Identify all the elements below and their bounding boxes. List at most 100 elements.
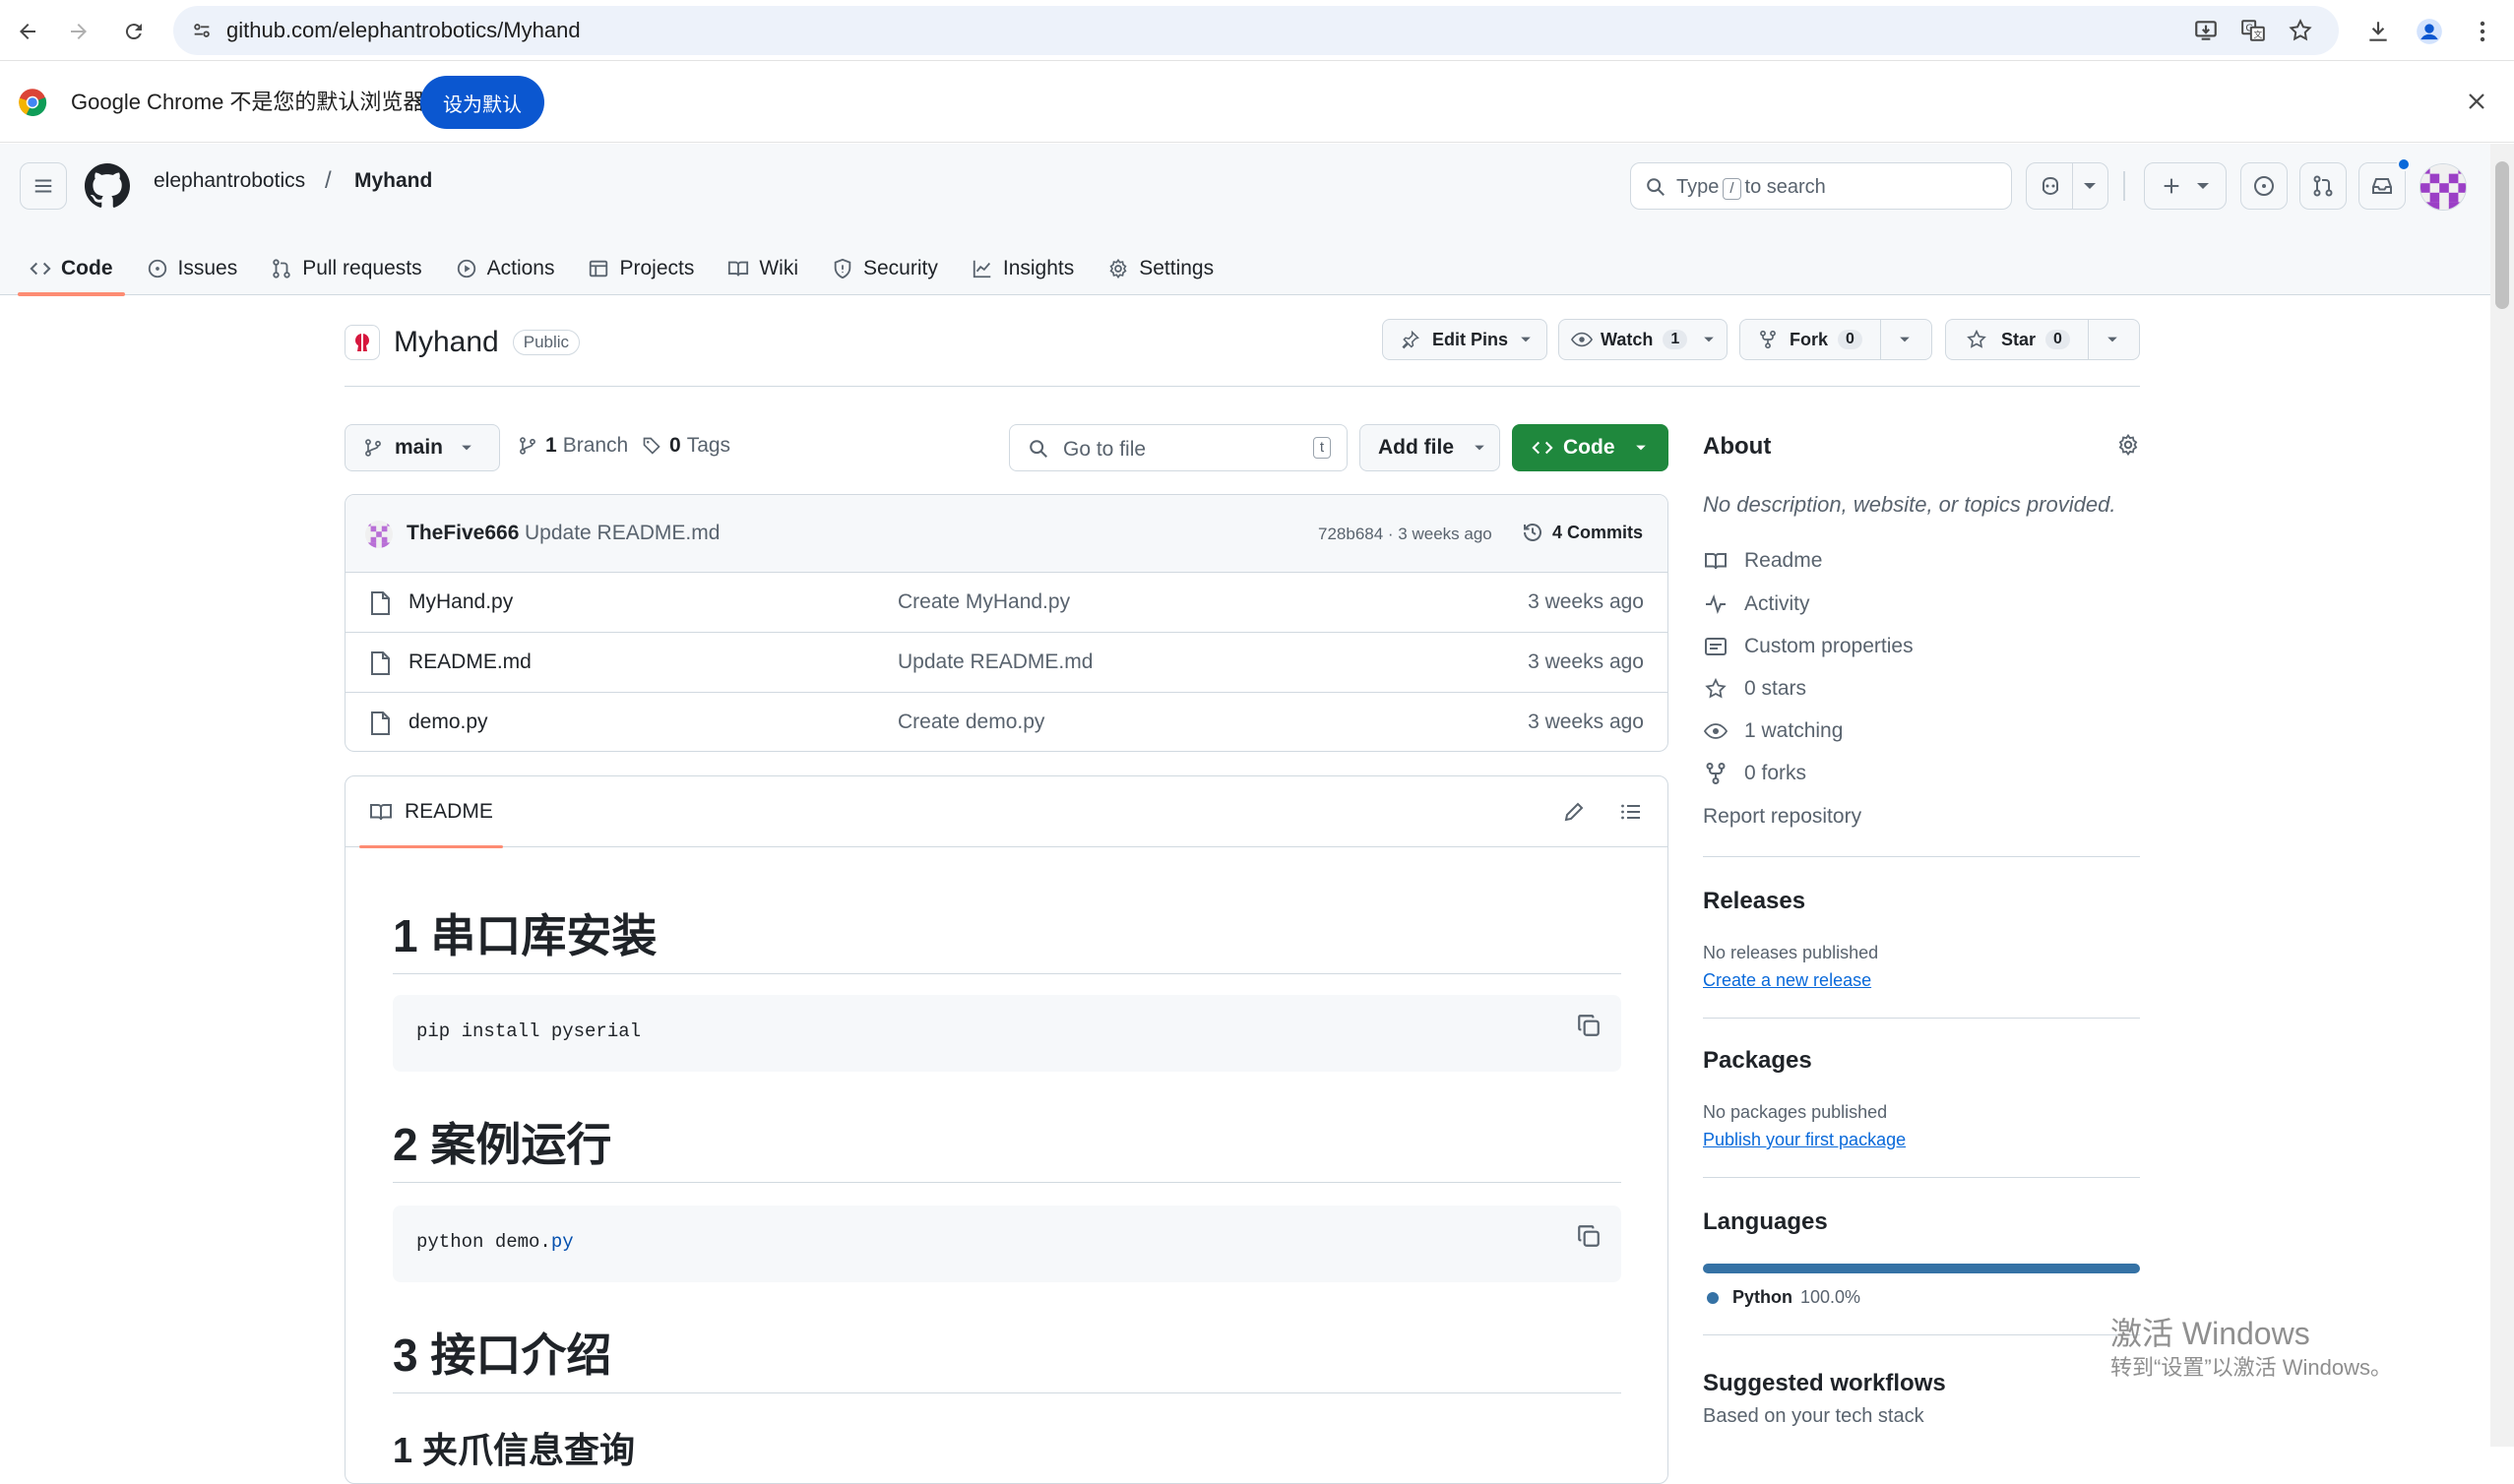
set-default-button[interactable]: 设为默认 [420, 76, 544, 129]
search-input[interactable]: Type / to search [1630, 162, 2012, 210]
branch-selector[interactable]: main [345, 424, 500, 471]
star-button[interactable]: Star 0 [1945, 319, 2140, 360]
back-button[interactable] [8, 12, 47, 51]
add-file-button[interactable]: Add file [1359, 424, 1500, 471]
no-packages-text: No packages published [1703, 1102, 1888, 1122]
publish-package-link[interactable]: Publish your first package [1703, 1130, 1906, 1150]
translate-icon[interactable]: G文 [2238, 16, 2268, 45]
fork-button[interactable]: Fork 0 [1739, 319, 1932, 360]
plus-icon [2164, 178, 2179, 194]
file-row[interactable]: MyHand.py Create MyHand.py 3 weeks ago [346, 574, 1667, 633]
page-scrollbar[interactable] [2490, 144, 2514, 1447]
reload-button[interactable] [114, 12, 154, 51]
inbox-button[interactable] [2358, 157, 2411, 210]
repo-avatar[interactable] [345, 325, 380, 360]
breadcrumb-separator: / [325, 167, 332, 194]
file-commit-message[interactable]: Update README.md [898, 650, 1093, 674]
file-commit-message[interactable]: Create demo.py [898, 711, 1044, 734]
install-app-icon[interactable] [2191, 16, 2221, 45]
edit-pins-button[interactable]: Edit Pins [1382, 319, 1547, 360]
github-logo-icon[interactable] [85, 163, 130, 209]
file-commit-message[interactable]: Create MyHand.py [898, 590, 1070, 614]
scrollbar-thumb[interactable] [2495, 161, 2509, 309]
file-name[interactable]: MyHand.py [409, 590, 513, 614]
file-name[interactable]: demo.py [409, 711, 488, 734]
outline-list-icon[interactable] [1619, 800, 1643, 824]
commits-link[interactable]: 4 Commits [1521, 521, 1643, 544]
downloads-button[interactable] [2358, 12, 2398, 51]
profile-button[interactable] [2410, 12, 2449, 51]
issues-nav-button[interactable] [2240, 162, 2288, 210]
tab-issues[interactable]: Issues [135, 242, 250, 295]
file-name[interactable]: README.md [409, 650, 532, 674]
tab-actions[interactable]: Actions [444, 242, 567, 295]
readme-link[interactable]: Readme [1703, 549, 1822, 573]
forward-button[interactable] [59, 12, 98, 51]
copy-icon[interactable] [1576, 1013, 1602, 1038]
chrome-menu-button[interactable] [2463, 12, 2502, 51]
site-info-icon[interactable] [187, 16, 217, 45]
readme-tab[interactable]: README [359, 776, 503, 848]
copilot-button[interactable] [2026, 162, 2108, 210]
language-dot [1707, 1291, 1719, 1304]
chevron-down-icon [1635, 445, 1646, 451]
stars-link[interactable]: 0 stars [1703, 677, 1806, 701]
fork-count: 0 [1838, 330, 1862, 349]
packages-title[interactable]: Packages [1703, 1047, 1812, 1075]
code-text: pip install pyserial [416, 1020, 642, 1042]
edit-readme-icon[interactable] [1562, 800, 1586, 824]
book-icon [370, 804, 392, 821]
branches-link[interactable]: 1 Branch [518, 434, 628, 458]
tab-wiki[interactable]: Wiki [716, 242, 810, 295]
gear-icon[interactable] [2116, 433, 2140, 457]
activity-link[interactable]: Activity [1703, 592, 1810, 616]
custom-properties-link[interactable]: Custom properties [1703, 635, 1914, 658]
go-to-file-shortcut: t [1312, 437, 1331, 459]
tab-security[interactable]: Security [820, 242, 950, 295]
create-new-button[interactable] [2144, 162, 2227, 210]
tab-projects[interactable]: Projects [576, 242, 706, 295]
breadcrumb-repo[interactable]: Myhand [354, 169, 432, 193]
chrome-logo-icon [18, 88, 47, 117]
hamburger-menu-button[interactable] [20, 162, 67, 210]
language-python[interactable]: Python 100.0% [1707, 1287, 1860, 1308]
sidebar-divider [1703, 856, 2140, 857]
address-bar[interactable]: github.com/elephantrobotics/Myhand G文 [173, 6, 2339, 55]
tab-insights[interactable]: Insights [960, 242, 1086, 295]
chevron-down-icon [2083, 183, 2096, 189]
repo-name[interactable]: Myhand [394, 326, 499, 359]
author-avatar[interactable] [365, 521, 393, 548]
search-icon [1645, 176, 1666, 198]
inbox-icon [2372, 178, 2392, 194]
code-button[interactable]: Code [1512, 424, 1668, 471]
avatar[interactable] [2420, 163, 2467, 211]
breadcrumb-owner[interactable]: elephantrobotics [154, 169, 305, 193]
url-text[interactable]: github.com/elephantrobotics/Myhand [226, 6, 581, 55]
forks-link[interactable]: 0 forks [1703, 762, 1806, 785]
star-icon [1967, 329, 1986, 348]
chevron-down-icon [1704, 337, 1715, 342]
commit-author[interactable]: TheFive666 [407, 522, 519, 545]
commit-hash-time[interactable]: 728b684 · 3 weeks ago [1318, 525, 1492, 544]
watch-button[interactable]: Watch 1 [1558, 319, 1728, 360]
about-title: About [1703, 433, 1772, 460]
readme-heading: 1 串口库安装 [393, 900, 1621, 974]
create-release-link[interactable]: Create a new release [1703, 970, 1871, 991]
tab-settings[interactable]: Settings [1096, 242, 1226, 295]
file-row[interactable]: demo.py Create demo.py 3 weeks ago [346, 694, 1667, 751]
tags-link[interactable]: 0 Tags [642, 434, 730, 458]
copy-icon[interactable] [1576, 1223, 1602, 1249]
tab-pull-requests[interactable]: Pull requests [259, 242, 433, 295]
commit-message[interactable]: Update README.md [525, 522, 720, 545]
go-to-file-input[interactable]: Go to file t [1009, 424, 1348, 471]
browser-toolbar: github.com/elephantrobotics/Myhand G文 [0, 0, 2514, 61]
watching-link[interactable]: 1 watching [1703, 719, 1843, 743]
report-repository-link[interactable]: Report repository [1703, 805, 1861, 829]
infobar-close-icon[interactable] [2465, 90, 2488, 113]
tab-code[interactable]: Code [18, 242, 125, 296]
code-icon [1532, 441, 1553, 455]
pull-requests-nav-button[interactable] [2299, 162, 2347, 210]
file-row[interactable]: README.md Update README.md 3 weeks ago [346, 634, 1667, 693]
releases-title[interactable]: Releases [1703, 888, 1805, 915]
bookmark-star-icon[interactable] [2286, 16, 2315, 45]
